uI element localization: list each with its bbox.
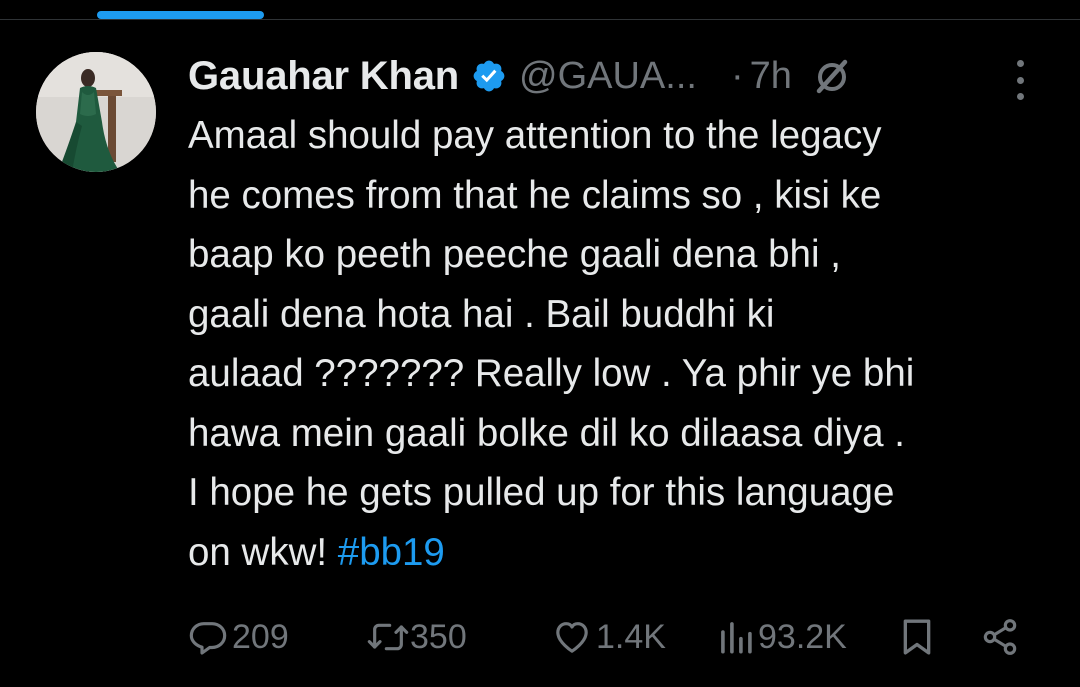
bookmark-button[interactable] [900, 612, 934, 662]
reply-icon [188, 617, 228, 657]
more-options-icon[interactable] [1006, 60, 1034, 100]
avatar[interactable] [36, 52, 156, 172]
heart-icon [552, 617, 592, 657]
share-icon [980, 617, 1020, 657]
like-button[interactable]: 1.4K [552, 612, 666, 662]
tab-indicator [97, 11, 264, 19]
tweet-text-line: gaali dena hota hai . Bail buddhi ki [188, 292, 775, 336]
verified-badge-icon[interactable] [471, 58, 507, 94]
tweet-header: Gauahar Khan @GAUA... · 7h [188, 48, 1048, 104]
tweet-text-line: hawa mein gaali bolke dil ko dilaasa diy… [188, 411, 905, 455]
tweet-text-line: baap ko peeth peeche gaali dena bhi , [188, 233, 841, 276]
repost-button[interactable]: 350 [366, 612, 467, 662]
views-count: 93.2K [758, 617, 847, 656]
tweet-text-line: I hope he gets pulled up for this langua… [188, 471, 895, 514]
handle[interactable]: @GAUA... [519, 55, 697, 98]
divider [0, 19, 1080, 20]
tweet-text-line: he comes from that he claims so , kisi k… [188, 173, 882, 217]
tweet-text-line: aulaad ??????? Really low . Ya phir ye b… [188, 352, 915, 395]
hashtag-link[interactable]: #bb19 [338, 531, 445, 574]
repost-icon [366, 617, 410, 657]
tweet-text-end: on wkw! [188, 530, 338, 574]
share-button[interactable] [980, 612, 1020, 662]
avatar-image [36, 52, 156, 172]
reply-button[interactable]: 209 [188, 612, 289, 662]
tweet-screen: Gauahar Khan @GAUA... · 7h Amaal should … [0, 0, 1080, 687]
tweet-text-line-last: on wkw! #bb19 [188, 523, 1048, 583]
reply-count: 209 [232, 617, 289, 656]
action-bar: 209 350 1.4K 93.2K [188, 612, 1058, 662]
timestamp[interactable]: 7h [750, 55, 792, 98]
tweet-text-line: Amaal should pay attention to the legacy [188, 114, 882, 157]
separator-dot: · [730, 54, 744, 97]
tweet-text: Amaal should pay attention to the legacy… [188, 106, 1048, 582]
bookmark-icon [900, 617, 934, 657]
like-count: 1.4K [596, 617, 666, 656]
views-chart-icon [718, 617, 754, 657]
display-name[interactable]: Gauahar Khan [188, 54, 459, 99]
views-button[interactable]: 93.2K [718, 612, 847, 662]
grok-icon[interactable] [812, 56, 852, 96]
repost-count: 350 [410, 617, 467, 656]
